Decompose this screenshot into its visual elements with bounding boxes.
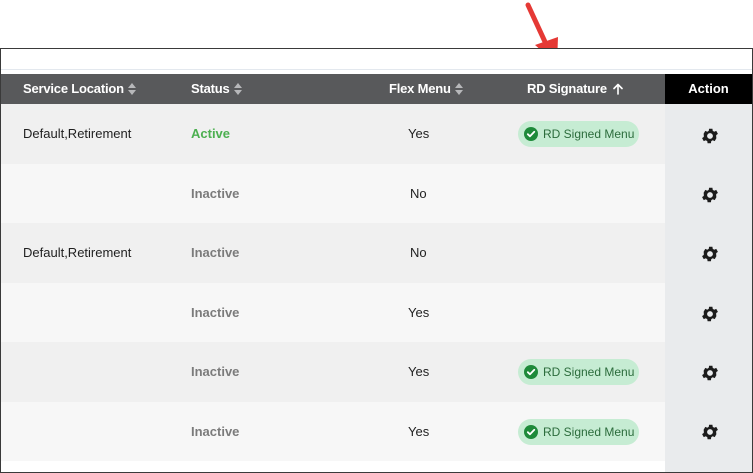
table-row[interactable]: Inactive No (1, 163, 665, 223)
table-header: Service Location Status Flex Menu RD Sig… (1, 74, 752, 104)
status-cell: Inactive (191, 304, 240, 320)
flex-menu-cell: No (410, 185, 427, 201)
sort-ascending-icon[interactable] (613, 83, 623, 95)
gear-icon[interactable] (700, 304, 720, 324)
header-action: Action (665, 74, 752, 104)
check-circle-icon (524, 365, 538, 379)
rd-signed-badge-label: RD Signed Menu (543, 365, 635, 379)
header-rd-signature[interactable]: RD Signature (527, 74, 623, 104)
header-flex-menu[interactable]: Flex Menu (389, 74, 463, 104)
table-row[interactable]: Inactive Yes RD Signed Menu (1, 342, 665, 402)
service-location-cell: Default,Retirement (23, 126, 132, 141)
gear-icon[interactable] (700, 422, 720, 442)
rd-signed-badge: RD Signed Menu (518, 359, 639, 385)
gear-icon[interactable] (700, 363, 720, 383)
header-flex-menu-label: Flex Menu (389, 81, 451, 96)
sort-icon[interactable] (127, 82, 136, 95)
status-cell: Active (191, 126, 231, 141)
sort-icon[interactable] (454, 82, 463, 95)
gear-icon[interactable] (700, 185, 720, 205)
flex-menu-cell: Yes (408, 364, 430, 379)
header-status-label: Status (191, 81, 230, 96)
table-row[interactable]: Inactive Yes RD Signed Menu (1, 401, 665, 461)
table-row[interactable]: Default,Retirement Inactive No (1, 223, 665, 283)
table-body: Default,Retirement Active Yes RD Signed … (1, 104, 665, 461)
service-location-cell: Default,Retirement (23, 245, 132, 260)
flex-menu-cell: Yes (408, 304, 430, 320)
rd-signed-badge-label: RD Signed Menu (543, 424, 635, 439)
table-row[interactable]: Default,Retirement Active Yes RD Signed … (1, 104, 665, 164)
table-row[interactable]: Inactive Yes (1, 282, 665, 342)
rd-signed-badge-label: RD Signed Menu (543, 127, 635, 141)
gear-icon[interactable] (700, 244, 720, 264)
rd-signed-badge: RD Signed Menu (518, 418, 639, 445)
header-rd-signature-label: RD Signature (527, 81, 607, 96)
check-circle-icon (524, 424, 538, 439)
gear-icon[interactable] (700, 126, 720, 146)
rd-signed-badge: RD Signed Menu (518, 121, 639, 147)
header-service-location[interactable]: Service Location (23, 74, 136, 104)
status-cell: Inactive (191, 185, 240, 201)
menu-table-panel: Service Location Status Flex Menu RD Sig… (0, 48, 753, 473)
status-cell: Inactive (191, 245, 240, 260)
check-circle-icon (524, 127, 538, 141)
flex-menu-cell: Yes (408, 126, 430, 141)
status-cell: Inactive (191, 423, 240, 439)
header-status[interactable]: Status (191, 74, 242, 104)
panel-top-strip (1, 49, 752, 70)
action-column (665, 104, 752, 472)
status-cell: Inactive (191, 364, 240, 379)
flex-menu-cell: Yes (408, 423, 430, 439)
header-service-location-label: Service Location (23, 81, 124, 96)
sort-icon[interactable] (233, 82, 242, 95)
flex-menu-cell: No (410, 245, 427, 260)
